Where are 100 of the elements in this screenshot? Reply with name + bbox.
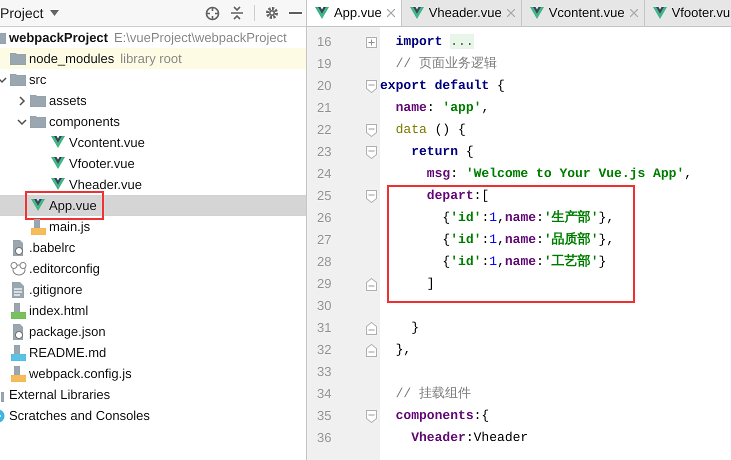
fold-end-icon[interactable] (366, 278, 376, 290)
tree-item[interactable]: main.js (0, 216, 306, 237)
file-name: App.vue (49, 196, 97, 215)
file-name: Vcontent.vue (69, 134, 145, 152)
line-number: 33 (316, 363, 332, 382)
fold-collapse-icon[interactable] (366, 146, 376, 158)
tree-item[interactable]: Vcontent.vue (0, 132, 306, 153)
collapse-all-icon[interactable] (230, 6, 244, 20)
settings-icon[interactable] (265, 6, 279, 20)
line-number: 29 (316, 275, 332, 294)
code-line: {'id':1,name:'品质部'}, (441, 230, 614, 250)
close-icon[interactable] (506, 9, 515, 17)
vue-file-icon (410, 6, 424, 20)
tree-item[interactable]: .gitignore (0, 279, 306, 300)
editor-tab[interactable]: Vcontent.vue (522, 0, 645, 26)
config-file-icon (11, 240, 25, 256)
file-name: Scratches and Consoles (9, 406, 150, 425)
line-number: 32 (316, 341, 332, 360)
vue-file-icon (530, 6, 544, 20)
locate-icon[interactable] (205, 6, 220, 20)
text-file-icon (12, 282, 24, 298)
fold-expand-icon[interactable] (366, 36, 376, 48)
code-line: // 挂载组件 (394, 385, 472, 404)
mouse-icon (10, 262, 26, 276)
vue-file-icon (51, 178, 65, 191)
project-view-dropdown[interactable]: Project (0, 2, 59, 24)
tree-item[interactable]: components (0, 111, 306, 132)
tree-item[interactable]: Scratches and Consoles (0, 405, 306, 426)
file-name: index.html (29, 302, 88, 320)
tree-item[interactable]: webpack.config.js (0, 363, 306, 384)
file-name: webpackProject (9, 28, 108, 47)
fold-end-icon[interactable] (366, 344, 376, 356)
tree-item[interactable]: External Libraries (0, 384, 306, 405)
code-line: Vheader:Vheader (410, 429, 528, 448)
path-note: library root (120, 50, 182, 68)
editor-tab[interactable]: App.vue (307, 0, 402, 26)
file-name: src (29, 70, 46, 89)
tree-item[interactable]: package.json (0, 321, 306, 342)
line-number: 26 (316, 209, 332, 228)
file-icon (10, 366, 26, 382)
code-line: ] (426, 275, 435, 294)
line-number: 36 (316, 429, 332, 448)
line-number: 28 (316, 253, 332, 272)
tree-item[interactable]: assets (0, 90, 306, 111)
path-note: E:\vueProject\webpackProject (114, 28, 287, 47)
fold-collapse-icon[interactable] (366, 190, 376, 202)
fold-collapse-icon[interactable] (366, 410, 376, 422)
file-name: node_modules (29, 50, 114, 68)
code-line: depart:[ (426, 187, 490, 206)
folder-icon (30, 115, 46, 128)
file-name: webpack.config.js (29, 364, 132, 383)
file-name: External Libraries (9, 386, 110, 404)
minimize-icon[interactable] (289, 12, 302, 14)
code-line: // 页面业务逻辑 (394, 55, 498, 74)
fold-collapse-icon[interactable] (366, 80, 376, 92)
tree-item[interactable]: node_modules library root (0, 48, 306, 69)
line-number: 34 (316, 385, 332, 404)
fold-collapse-icon[interactable] (366, 124, 376, 136)
tree-item[interactable]: src (0, 69, 306, 90)
vue-file-icon (51, 136, 65, 149)
fold-end-icon[interactable] (366, 322, 376, 334)
line-number: 25 (316, 187, 332, 206)
file-icon (30, 218, 46, 234)
file-icon (10, 302, 26, 318)
config-file-icon (11, 324, 25, 340)
vue-file-icon (315, 6, 329, 20)
file-name: Vheader.vue (69, 176, 142, 194)
tree-item[interactable]: Vfooter.vue (0, 153, 306, 174)
tree-item[interactable]: .editorconfig (0, 258, 306, 279)
close-icon[interactable] (386, 9, 395, 17)
tree-item[interactable]: README.md (0, 342, 306, 363)
file-name: .babelrc (29, 238, 76, 257)
tree-item[interactable]: webpackProject E:\vueProject\webpackProject (0, 27, 306, 48)
file-name: assets (49, 92, 87, 110)
code-line: } (410, 319, 420, 338)
line-number: 27 (316, 231, 332, 250)
tree-item[interactable]: Vheader.vue (0, 174, 306, 195)
code-line: return { (410, 143, 474, 162)
folder-icon (10, 73, 26, 86)
file-name: .gitignore (29, 280, 82, 299)
file-name: .editorconfig (29, 260, 100, 278)
code-line: export default { (380, 77, 505, 96)
line-number: 21 (316, 99, 332, 118)
code-line: {'id':1,name:'工艺部'} (441, 252, 606, 272)
editor-tab[interactable]: Vfooter.vu (644, 0, 731, 26)
file-icon (10, 344, 26, 360)
line-number: 24 (316, 165, 332, 184)
editor-tab[interactable]: Vheader.vue (402, 0, 522, 26)
line-number: 35 (316, 407, 332, 426)
tree-item[interactable]: .babelrc (0, 237, 306, 258)
file-name: package.json (29, 322, 106, 341)
code-line: {'id':1,name:'生产部'}, (441, 208, 614, 228)
vue-file-icon (31, 199, 45, 212)
line-number: 30 (316, 297, 332, 316)
close-icon[interactable] (630, 9, 638, 17)
tree-item[interactable]: index.html (0, 300, 306, 321)
code-line: msg: 'Welcome to Your Vue.js App', (426, 165, 692, 184)
file-name: components (49, 112, 120, 131)
chevron-right-icon[interactable] (17, 96, 27, 106)
line-number: 16 (316, 33, 332, 52)
